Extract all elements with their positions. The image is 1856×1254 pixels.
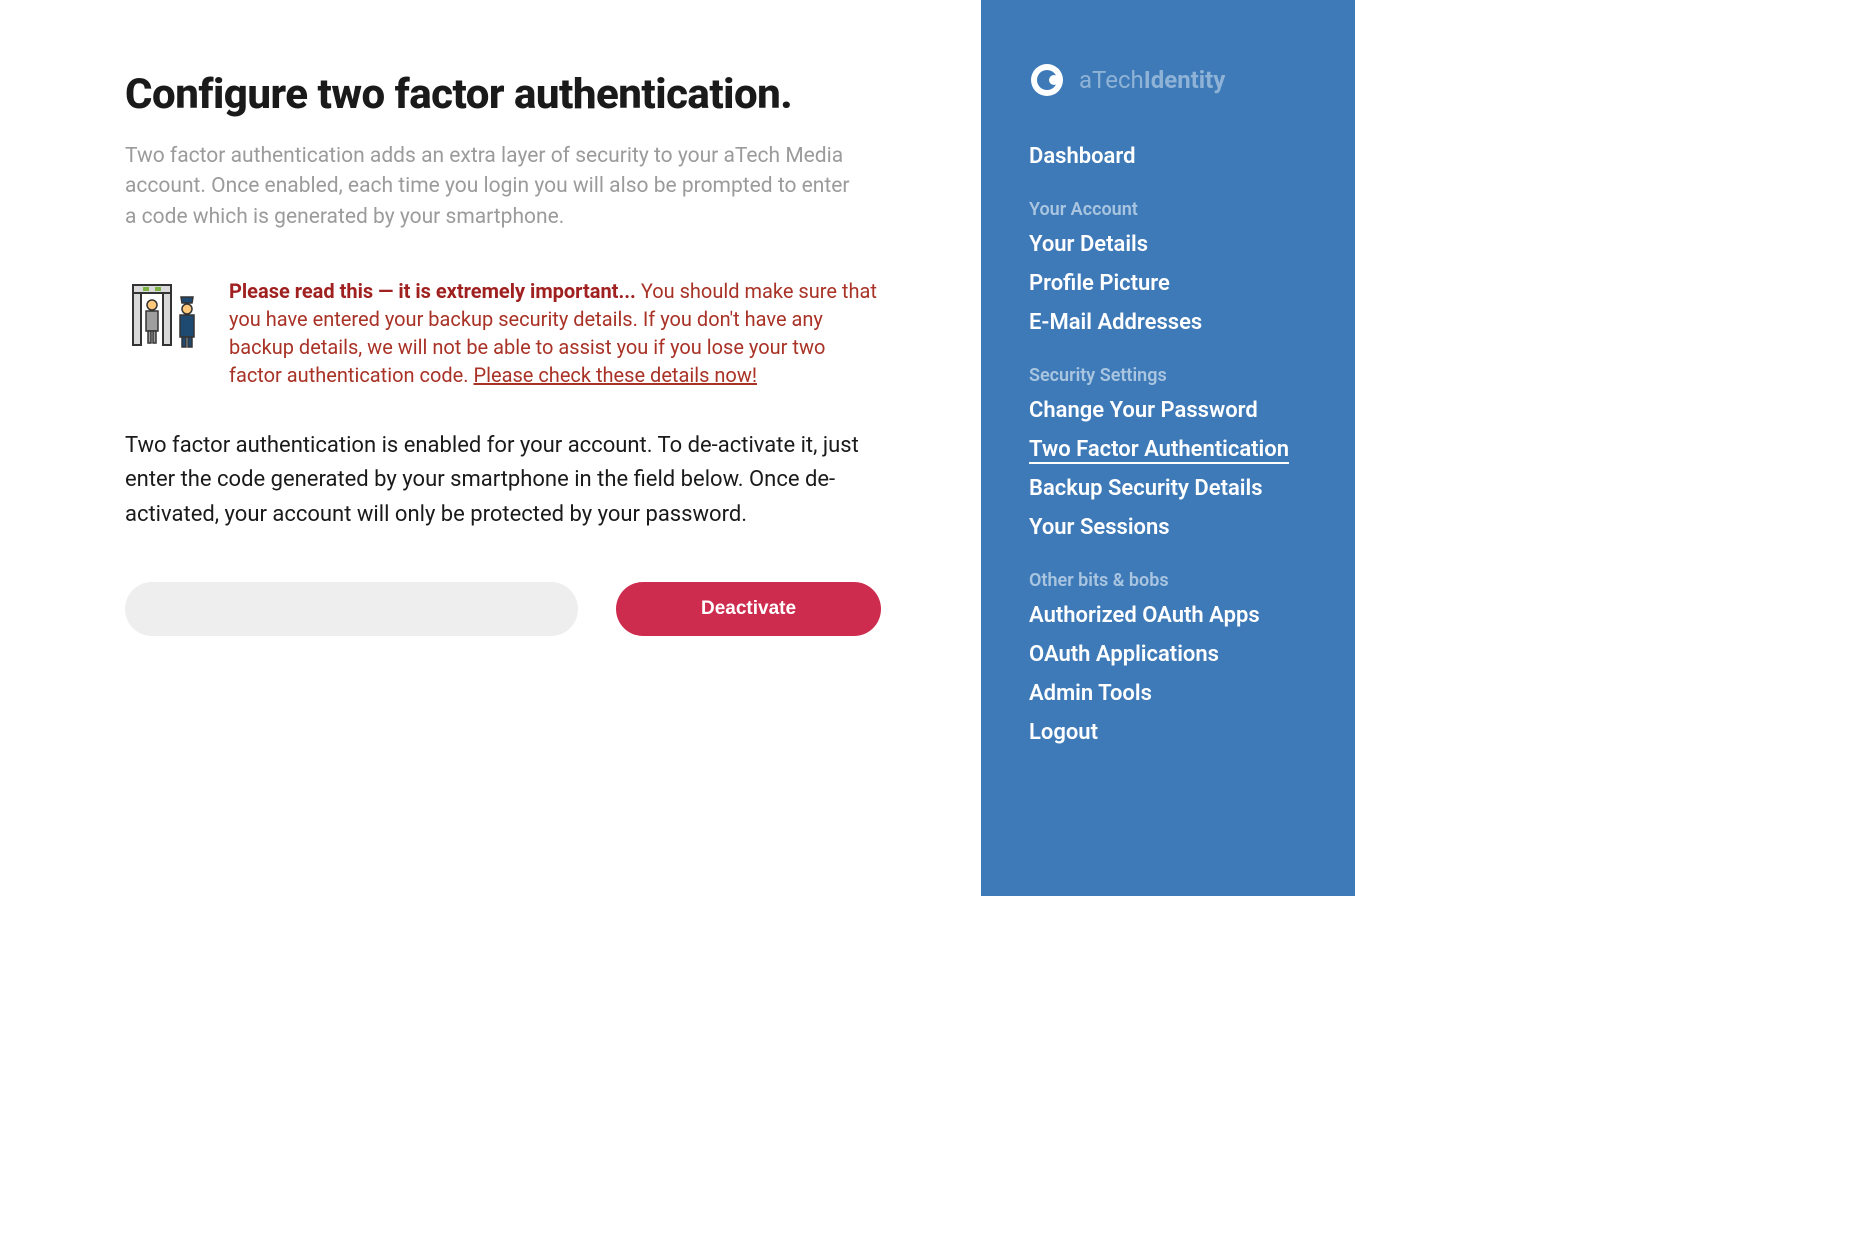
- sidebar-item-two-factor[interactable]: Two Factor Authentication: [1029, 437, 1307, 462]
- warning-bold: Please read this — it is extremely impor…: [229, 279, 636, 303]
- sidebar-section-security: Security Settings Change Your Password T…: [1029, 365, 1307, 540]
- brand-text: aTechIdentity: [1079, 66, 1225, 94]
- brand-prefix: aTech: [1079, 66, 1144, 94]
- brand[interactable]: aTechIdentity: [1029, 62, 1307, 98]
- sidebar-item-authorized-oauth[interactable]: Authorized OAuth Apps: [1029, 603, 1307, 628]
- backup-details-link[interactable]: Please check these details now!: [473, 363, 757, 387]
- sidebar-item-your-details[interactable]: Your Details: [1029, 232, 1307, 257]
- sidebar-section-other: Other bits & bobs Authorized OAuth Apps …: [1029, 570, 1307, 745]
- security-checkpoint-icon: [125, 277, 201, 353]
- main-content: Configure two factor authentication. Two…: [0, 0, 981, 896]
- sidebar-item-change-password[interactable]: Change Your Password: [1029, 398, 1307, 423]
- page-intro: Two factor authentication adds an extra …: [125, 141, 865, 232]
- sidebar-item-logout[interactable]: Logout: [1029, 720, 1307, 745]
- body-text: Two factor authentication is enabled for…: [125, 429, 881, 531]
- brand-logo-icon: [1029, 62, 1065, 98]
- deactivate-button[interactable]: Deactivate: [616, 582, 881, 636]
- sidebar: aTechIdentity Dashboard Your Account You…: [981, 0, 1355, 896]
- deactivate-form: Deactivate: [125, 582, 881, 636]
- sidebar-item-email-addresses[interactable]: E-Mail Addresses: [1029, 310, 1307, 335]
- sidebar-item-dashboard[interactable]: Dashboard: [1029, 144, 1307, 169]
- sidebar-item-admin-tools[interactable]: Admin Tools: [1029, 681, 1307, 706]
- sidebar-section-dashboard: Dashboard: [1029, 144, 1307, 169]
- sidebar-item-oauth-apps[interactable]: OAuth Applications: [1029, 642, 1307, 667]
- sidebar-item-profile-picture[interactable]: Profile Picture: [1029, 271, 1307, 296]
- sidebar-heading-other: Other bits & bobs: [1029, 570, 1307, 591]
- code-input[interactable]: [125, 582, 578, 636]
- warning-text: Please read this — it is extremely impor…: [229, 277, 881, 389]
- page-title: Configure two factor authentication.: [125, 70, 881, 119]
- sidebar-heading-account: Your Account: [1029, 199, 1307, 220]
- sidebar-section-account: Your Account Your Details Profile Pictur…: [1029, 199, 1307, 335]
- sidebar-heading-security: Security Settings: [1029, 365, 1307, 386]
- sidebar-item-sessions[interactable]: Your Sessions: [1029, 515, 1307, 540]
- warning-box: Please read this — it is extremely impor…: [125, 277, 881, 389]
- sidebar-item-backup-security[interactable]: Backup Security Details: [1029, 476, 1307, 501]
- brand-bold: Identity: [1144, 66, 1226, 94]
